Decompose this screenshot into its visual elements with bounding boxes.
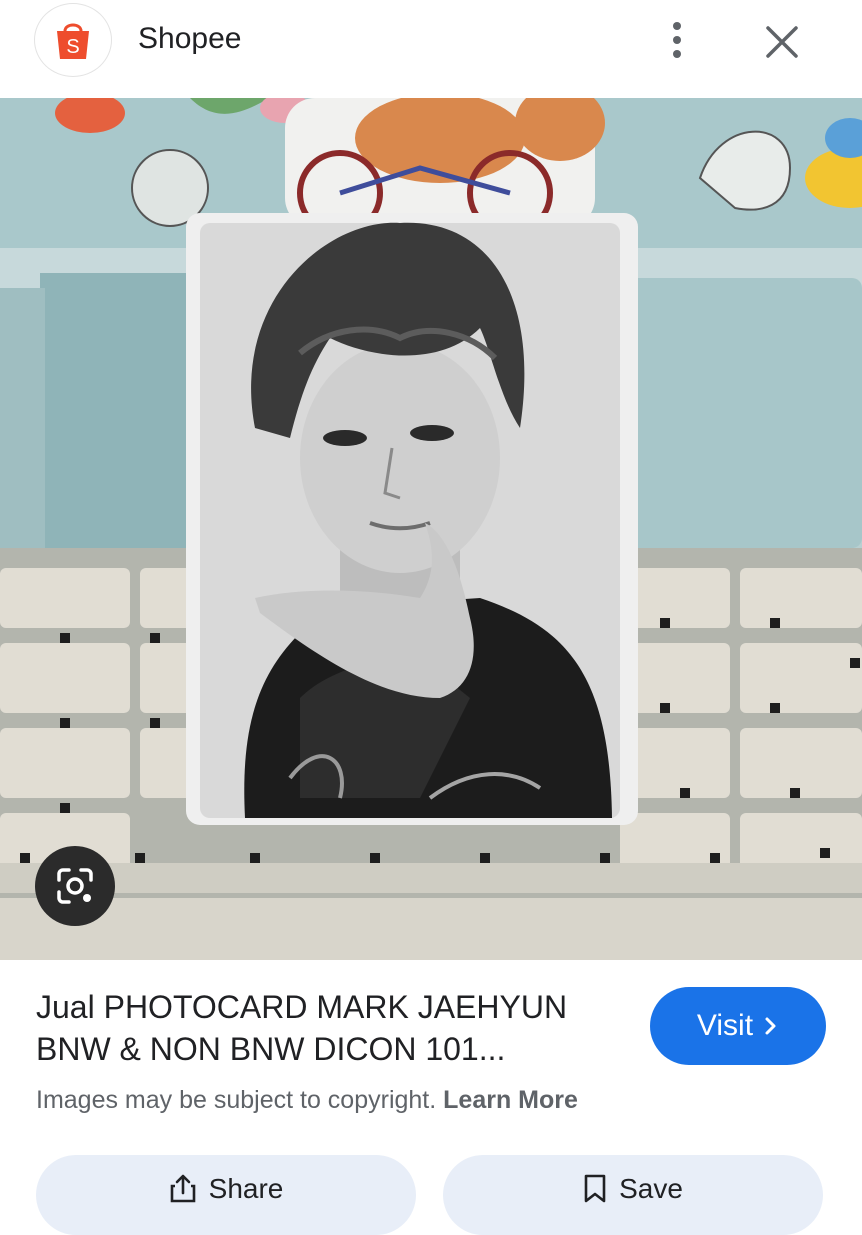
share-icon	[170, 1174, 195, 1203]
result-title-line-1: Jual PHOTOCARD MARK JAEHYUN	[36, 989, 568, 1025]
share-label: Share	[208, 1173, 284, 1204]
visit-button[interactable]: Visit	[650, 987, 826, 1065]
google-lens-icon	[57, 868, 93, 904]
product-photo[interactable]	[0, 98, 862, 960]
copyright-notice: Images may be subject to copyright. Lear…	[36, 1086, 578, 1115]
save-button[interactable]: Save	[443, 1155, 823, 1235]
share-button[interactable]: Share	[36, 1155, 416, 1235]
svg-text:S: S	[66, 36, 79, 58]
save-label: Save	[619, 1173, 683, 1204]
chevron-right-icon	[765, 1017, 776, 1035]
learn-more-link[interactable]: Learn More	[443, 1086, 578, 1114]
site-logo[interactable]: S	[35, 4, 111, 76]
shopee-bag-icon: S	[57, 23, 89, 59]
header-bar: S Shopee	[0, 0, 862, 98]
visit-label: Visit	[696, 1009, 754, 1042]
close-button[interactable]	[760, 20, 804, 64]
more-options-button[interactable]	[660, 18, 694, 62]
site-name: Shopee	[138, 22, 242, 55]
more-vert-icon	[673, 22, 681, 58]
close-icon	[766, 26, 798, 58]
bookmark-icon	[584, 1174, 606, 1203]
google-lens-button[interactable]	[35, 846, 115, 926]
result-title[interactable]: Jual PHOTOCARD MARK JAEHYUN BNW & NON BN…	[36, 986, 636, 1070]
result-title-line-2: BNW & NON BNW DICON 101...	[36, 1031, 506, 1067]
copyright-text: Images may be subject to copyright.	[36, 1086, 437, 1114]
